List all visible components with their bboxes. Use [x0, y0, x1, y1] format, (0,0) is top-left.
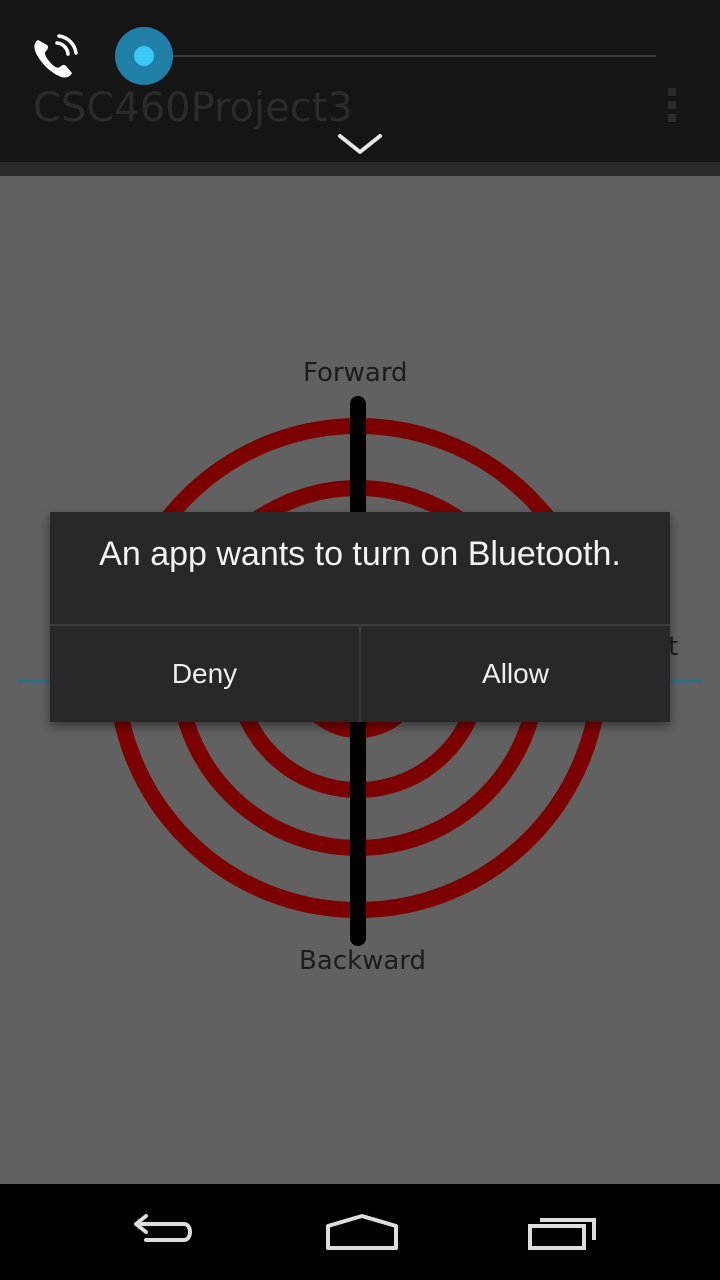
phone-call-icon[interactable] — [30, 34, 80, 80]
home-icon — [326, 1214, 398, 1250]
recents-icon — [528, 1218, 596, 1250]
backward-label: Backward — [299, 946, 427, 976]
back-button[interactable] — [90, 1184, 230, 1280]
bluetooth-permission-dialog: An app wants to turn on Bluetooth. Deny … — [50, 512, 670, 722]
navigation-bar — [0, 1184, 720, 1280]
forward-label: Forward — [303, 358, 408, 388]
chevron-down-icon[interactable] — [336, 130, 384, 158]
volume-slider-knob[interactable] — [115, 27, 173, 85]
overflow-menu-icon[interactable] — [666, 88, 678, 124]
allow-button[interactable]: Allow — [361, 626, 670, 722]
volume-slider-track[interactable] — [170, 55, 656, 57]
recents-button[interactable] — [492, 1184, 632, 1280]
action-bar-divider — [0, 162, 720, 176]
deny-button[interactable]: Deny — [50, 626, 359, 722]
home-button[interactable] — [290, 1184, 430, 1280]
dialog-message: An app wants to turn on Bluetooth. — [99, 535, 621, 573]
top-bar: CSC460Project3 — [0, 0, 720, 162]
app-title: CSC460Project3 — [33, 85, 353, 131]
back-icon — [134, 1214, 192, 1242]
